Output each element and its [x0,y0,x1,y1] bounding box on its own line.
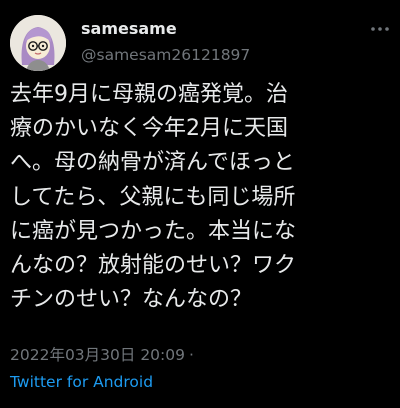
user-handle[interactable]: @samesam26121897 [81,45,250,65]
tweet-text: 去年9月に母親の癌発覚。治 療のかいなく今年2月に天国 へ。母の納骨が済んでほっとし… [10,78,394,317]
tweet-line: チンのせい？なんなの？ [10,287,253,313]
meta-separator: · [189,346,194,364]
tweet-card: samesame @samesam26121897 去年9月に母親の癌発覚。治療… [0,0,400,408]
tweet-line: してたら、父親にも同じ場所 [10,184,296,210]
more-options-button[interactable] [366,17,394,41]
more-options-icon [371,27,389,31]
tweet-line: に癌が見つかった。本当にな [10,218,297,244]
cartoon-avatar-icon [10,15,66,71]
tweet-line: んなの？放射能のせい？ワク [10,253,297,279]
tweet-line: へ。母の納骨が済んでほっと [10,150,295,176]
avatar[interactable] [10,15,66,71]
tweet-source-link[interactable]: Twitter for Android [10,372,153,392]
tweet-line: 去年9月に母親の癌発覚。治 [10,82,288,107]
display-name[interactable]: samesame [81,19,177,39]
tweet-line: 療のかいなく今年2月に天国 [10,116,288,142]
tweet-meta: 2022年03月30日 20:09 · [10,345,194,365]
tweet-timestamp[interactable]: 2022年03月30日 20:09 [10,346,185,364]
